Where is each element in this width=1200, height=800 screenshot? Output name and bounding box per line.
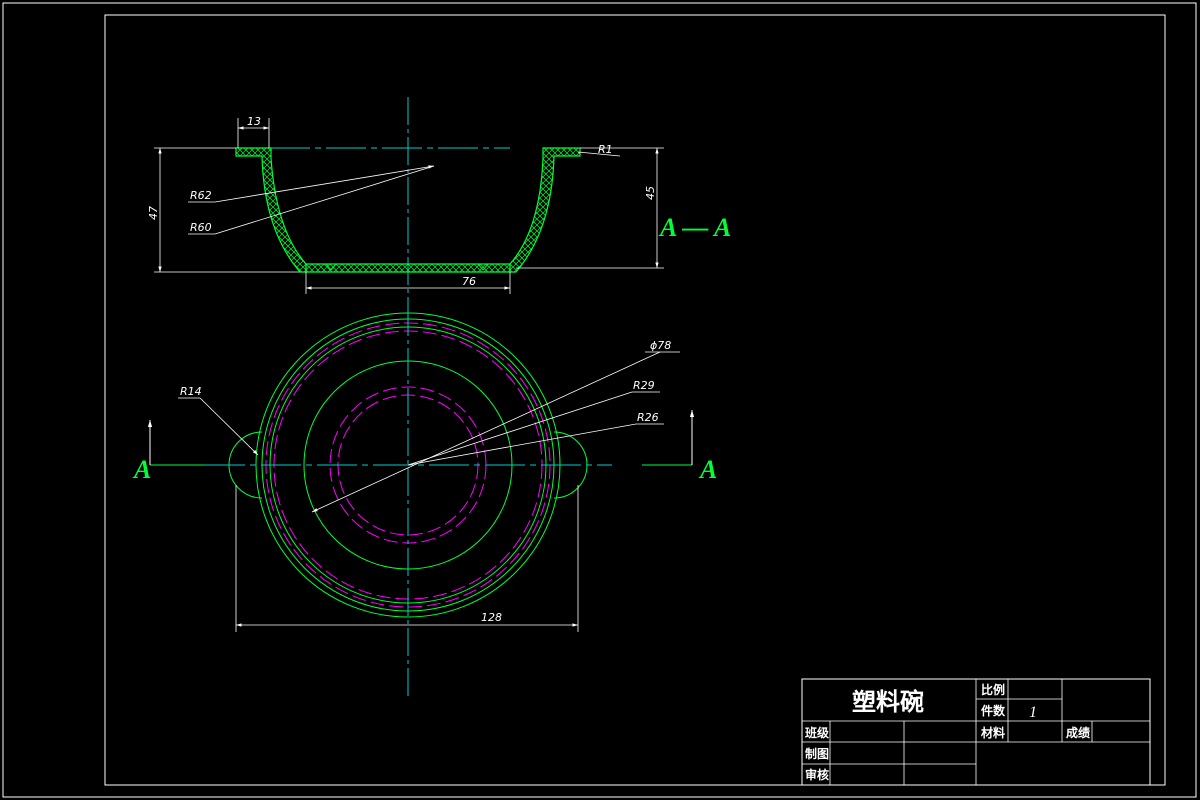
section-view: 13 R1 R62 R60 47 45 76 A — A	[147, 97, 731, 308]
class-label: 班级	[805, 725, 829, 740]
dim-r1-label: R1	[598, 143, 613, 156]
leader-r62	[214, 165, 435, 203]
leader-d78	[311, 351, 661, 513]
dim-128-label: 128	[481, 611, 502, 624]
leader-r29	[407, 391, 633, 466]
dim-r60-label: R60	[190, 221, 212, 234]
outer-frame	[2, 2, 1197, 798]
dim-76-label: 76	[462, 275, 476, 288]
title-block: 塑料碗 比例 件数 1 班级 材料 成绩 制图 审核	[801, 678, 1151, 786]
dim-r29-label: R29	[633, 379, 655, 392]
leader-r60	[214, 165, 435, 235]
top-view: A A ϕ78 R29 R26 R14 128	[132, 308, 717, 700]
count-value: 1	[1029, 704, 1037, 721]
cad-drawing: 13 R1 R62 R60 47 45 76 A — A A A ϕ78 R29…	[2, 2, 1197, 798]
count-label: 件数	[981, 703, 1006, 718]
dim-r14-label: R14	[180, 385, 202, 398]
dim-13-label: 13	[247, 115, 261, 128]
wall-left	[235, 147, 307, 273]
material-label: 材料	[980, 725, 1005, 740]
leader-r14	[199, 397, 259, 456]
dim-r62-label: R62	[190, 189, 212, 202]
dim-45-label: 45	[644, 186, 657, 200]
drawing-frame	[104, 14, 1166, 786]
cut-marker-left: A	[132, 455, 151, 484]
dim-47-label: 47	[147, 206, 160, 220]
section-title: A — A	[658, 213, 731, 242]
part-name: 塑料碗	[852, 688, 924, 716]
wall-right	[509, 147, 581, 273]
cut-marker-right: A	[698, 455, 717, 484]
drawn-label: 制图	[805, 746, 829, 761]
scale-label: 比例	[981, 682, 1005, 697]
grade-label: 成绩	[1066, 725, 1090, 740]
dim-d78-label: ϕ78	[650, 339, 671, 352]
dim-r26-label: R26	[637, 411, 659, 424]
review-label: 审核	[805, 767, 829, 782]
leader-r26	[407, 423, 637, 466]
